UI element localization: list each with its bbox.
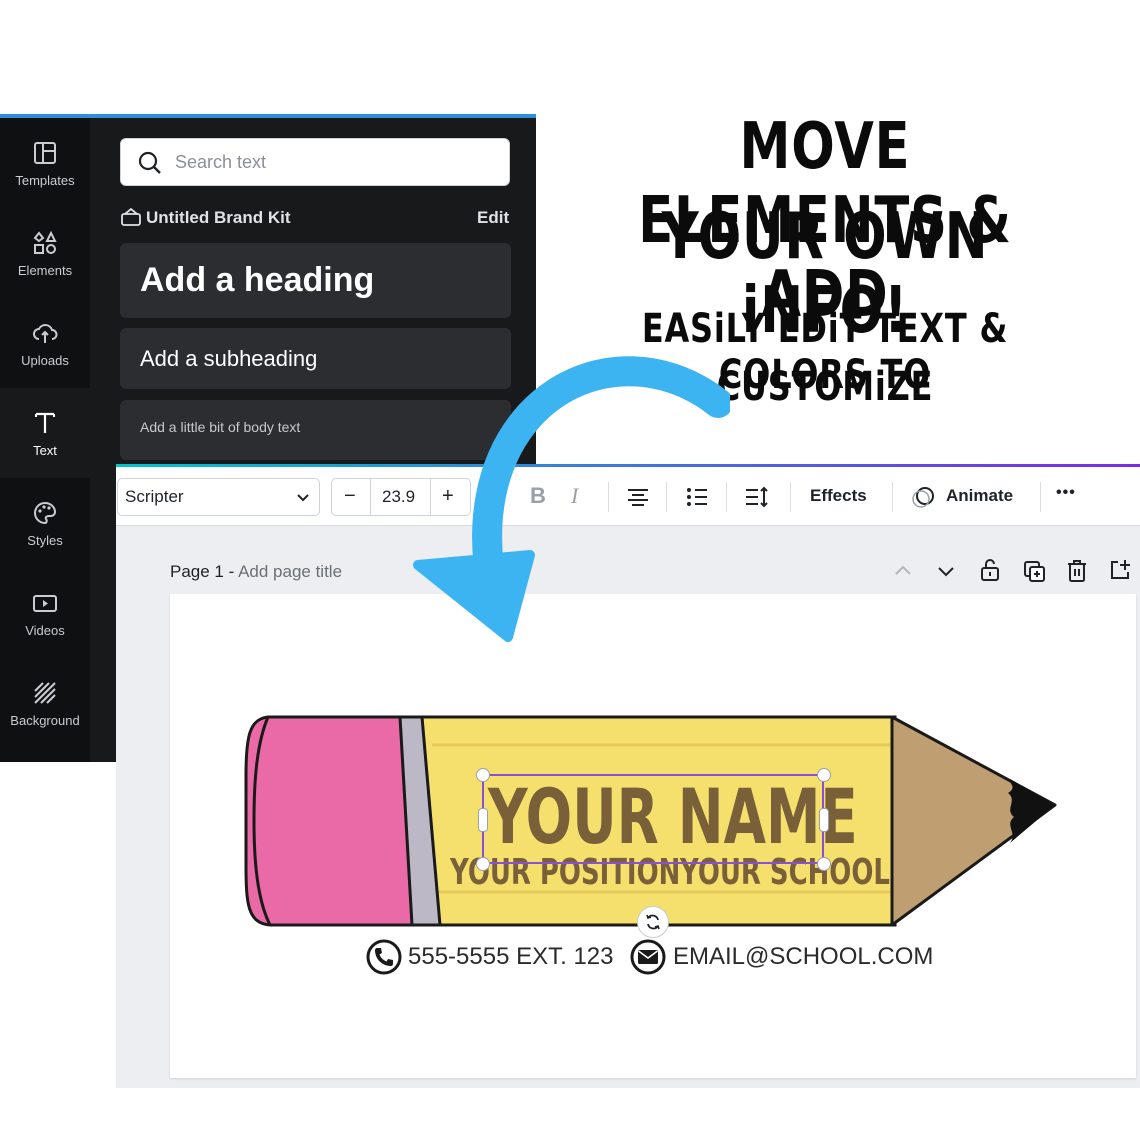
resize-handle-bottom-right[interactable] — [817, 857, 831, 871]
rail-label-background: Background — [10, 713, 80, 728]
add-subheading-label: Add a subheading — [140, 346, 318, 371]
font-family-value: Scripter — [125, 487, 184, 506]
rotate-icon — [646, 914, 660, 930]
animate-icon — [912, 487, 934, 508]
text-icon — [35, 412, 55, 433]
resize-handle-bottom-left[interactable] — [476, 857, 490, 871]
rail-label-uploads: Uploads — [21, 353, 69, 368]
rail-item-videos[interactable]: Videos — [0, 568, 90, 658]
add-page-icon[interactable] — [1108, 558, 1132, 582]
upload-cloud-icon — [33, 324, 58, 343]
palette-icon — [34, 501, 57, 525]
resize-handle-right[interactable] — [819, 808, 829, 832]
rail-item-uploads[interactable]: Uploads — [0, 298, 90, 388]
delete-page-icon[interactable] — [1066, 559, 1088, 583]
phone-icon — [366, 939, 402, 975]
phone-text[interactable]: 555-5555 EXT. 123 — [408, 943, 614, 971]
search-icon — [138, 151, 161, 174]
resize-handle-left[interactable] — [478, 808, 488, 832]
rail-item-elements[interactable]: Elements — [0, 208, 90, 298]
chevron-up-icon[interactable] — [893, 562, 913, 580]
rail-label-videos: Videos — [25, 623, 65, 638]
animate-button[interactable]: Animate — [946, 486, 1013, 506]
rail-item-text[interactable]: Text — [0, 388, 90, 478]
add-body-text-label: Add a little bit of body text — [140, 419, 301, 435]
toolbar-separator — [1040, 482, 1041, 512]
rail-label-elements: Elements — [17, 263, 73, 278]
brand-kit-label: Untitled Brand Kit — [146, 208, 291, 227]
toolbar-separator — [790, 482, 791, 512]
line-spacing-icon[interactable] — [744, 485, 770, 509]
email-icon — [630, 939, 666, 975]
rail-label-templates: Templates — [15, 173, 75, 188]
rail-label-styles: Styles — [27, 533, 63, 548]
more-options-button[interactable]: ••• — [1056, 484, 1076, 502]
effects-button[interactable]: Effects — [810, 486, 867, 506]
video-icon — [33, 595, 57, 612]
elements-icon — [33, 230, 57, 254]
resize-handle-top-left[interactable] — [476, 768, 490, 782]
background-hatch-icon — [34, 682, 56, 704]
font-family-select[interactable]: Scripter — [117, 478, 320, 516]
lock-icon[interactable] — [979, 558, 1001, 582]
rail-item-templates[interactable]: Templates — [0, 118, 90, 208]
email-text[interactable]: EMAIL@SCHOOL.COM — [673, 943, 933, 971]
page-title-placeholder[interactable]: Add page title — [238, 562, 342, 581]
search-input[interactable]: Search text — [120, 138, 510, 186]
chevron-down-icon — [297, 494, 309, 502]
page-title-bar[interactable]: Page 1 - Add page title — [170, 562, 342, 582]
rail-item-styles[interactable]: Styles — [0, 478, 90, 568]
font-size-decrease-button[interactable]: − — [344, 485, 356, 508]
curved-arrow-icon — [413, 356, 730, 642]
selection-box[interactable] — [482, 774, 824, 864]
page-number-label: Page 1 - — [170, 562, 235, 581]
chevron-down-icon[interactable] — [936, 562, 956, 580]
rail-item-background[interactable]: Background — [0, 658, 90, 748]
templates-icon — [34, 142, 56, 164]
add-heading-label: Add a heading — [140, 261, 375, 299]
brand-kit-icon — [121, 207, 141, 226]
rotate-handle[interactable] — [637, 906, 669, 938]
duplicate-page-icon[interactable] — [1022, 559, 1046, 583]
resize-handle-top-right[interactable] — [817, 768, 831, 782]
brand-kit-edit-link[interactable]: Edit — [477, 208, 509, 228]
stepper-divider-left — [370, 479, 371, 515]
toolbar-separator — [892, 482, 893, 512]
search-placeholder: Search text — [175, 152, 267, 172]
rail-label-text: Text — [33, 443, 57, 458]
add-heading-card[interactable]: Add a heading — [120, 243, 511, 318]
